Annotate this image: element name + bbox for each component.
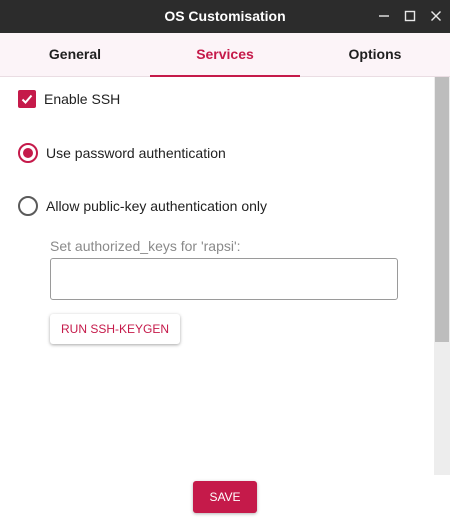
scrollbar[interactable]	[434, 77, 450, 475]
tab-general[interactable]: General	[0, 33, 150, 76]
authorized-keys-label: Set authorized_keys for 'rapsi':	[50, 238, 241, 254]
tab-bar: General Services Options	[0, 33, 450, 77]
close-icon[interactable]	[428, 8, 444, 24]
enable-ssh-row[interactable]: Enable SSH	[18, 90, 120, 108]
title-bar: OS Customisation	[0, 0, 450, 33]
pubkey-auth-row[interactable]: Allow public-key authentication only	[18, 196, 267, 216]
tab-services[interactable]: Services	[150, 33, 300, 77]
radio-selected-dot	[23, 148, 33, 158]
tab-options[interactable]: Options	[300, 33, 450, 76]
password-auth-label: Use password authentication	[46, 145, 226, 161]
services-panel: Enable SSH Use password authentication A…	[0, 77, 434, 475]
authorized-keys-input[interactable]	[50, 258, 398, 300]
pubkey-auth-radio[interactable]	[18, 196, 38, 216]
enable-ssh-label: Enable SSH	[44, 91, 121, 107]
run-ssh-keygen-button[interactable]: RUN SSH-KEYGEN	[50, 314, 180, 344]
password-auth-radio[interactable]	[18, 143, 38, 163]
maximize-icon[interactable]	[402, 8, 418, 24]
checkmark-icon	[21, 94, 33, 104]
password-auth-row[interactable]: Use password authentication	[18, 143, 226, 163]
minimize-icon[interactable]	[376, 8, 392, 24]
pubkey-auth-label: Allow public-key authentication only	[46, 198, 268, 214]
enable-ssh-checkbox[interactable]	[18, 90, 36, 108]
save-button[interactable]: SAVE	[193, 481, 257, 513]
scrollbar-thumb[interactable]	[435, 77, 449, 342]
